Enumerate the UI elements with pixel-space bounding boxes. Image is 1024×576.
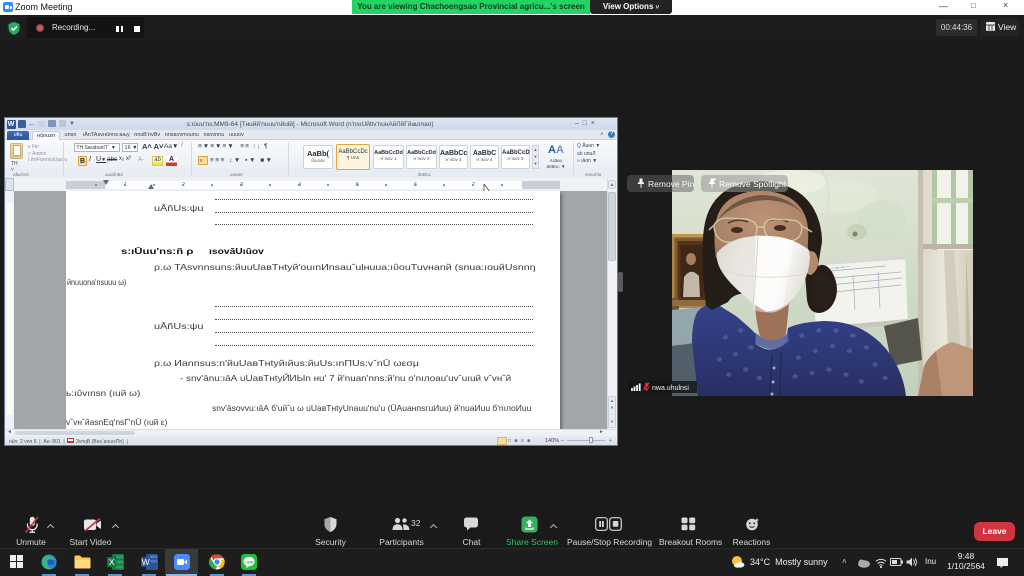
svg-text:X: X <box>109 557 115 567</box>
svg-text:LINE: LINE <box>244 560 253 565</box>
svg-text:W: W <box>142 557 150 567</box>
